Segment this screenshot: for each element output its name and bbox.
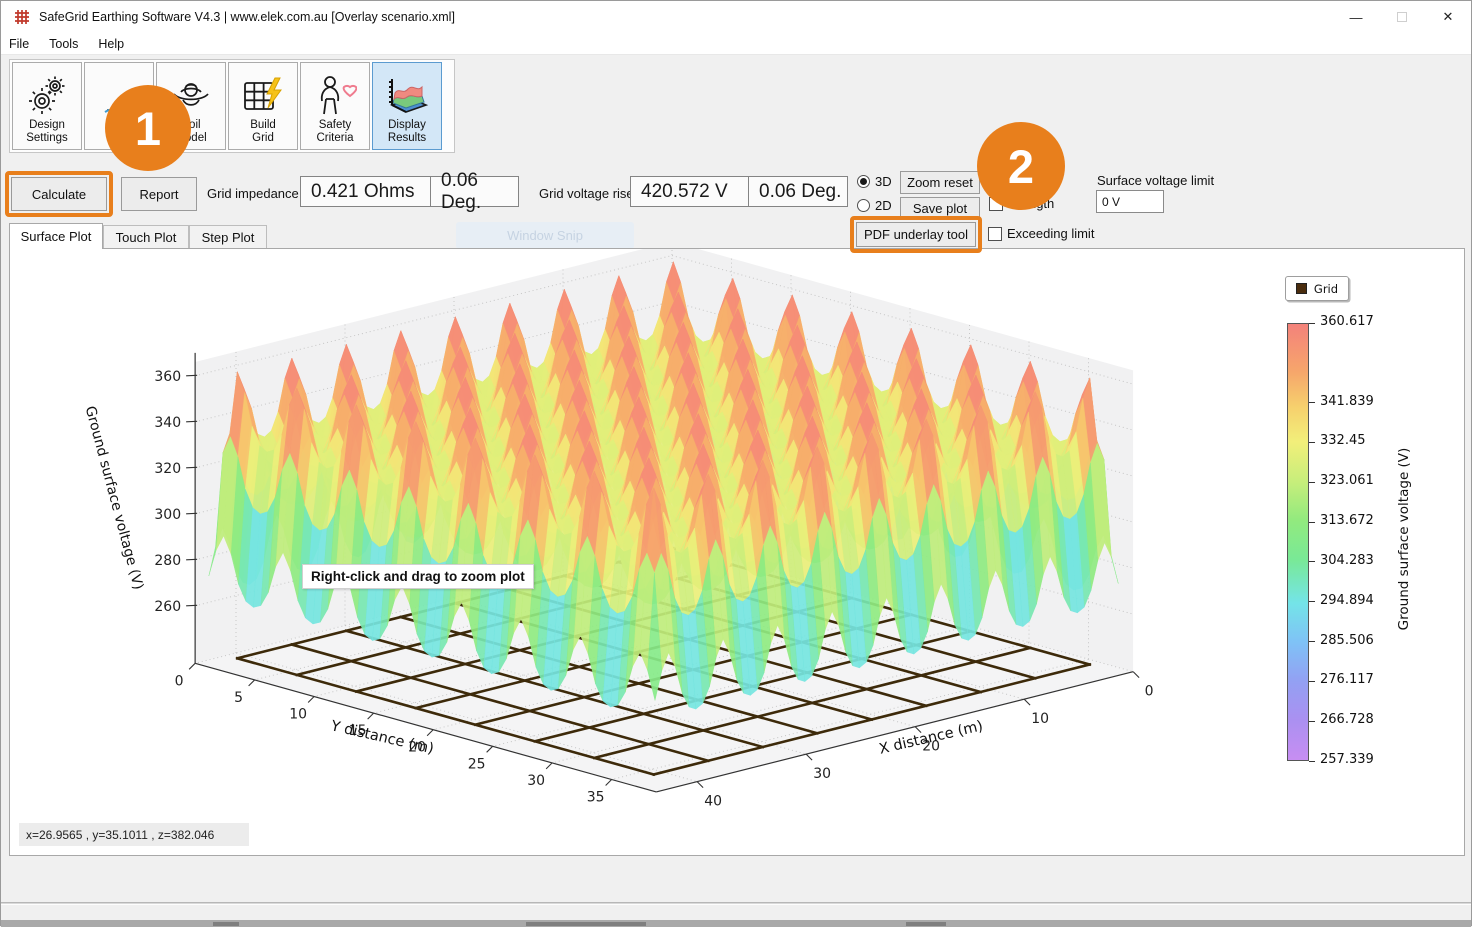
plot-panel: 2602803003203403600102030400510152025303… (9, 248, 1465, 856)
report-button[interactable]: Report (121, 177, 197, 211)
z-tick-label: 360 (154, 369, 181, 385)
x-tick-label: 0 (1145, 684, 1154, 700)
design-settings-button[interactable]: Design Settings (12, 62, 82, 150)
callout-badge-1: 1 (105, 85, 191, 171)
colorbar-tick-label: 341.839 (1320, 394, 1374, 409)
y-tick-label: 25 (468, 756, 486, 772)
app-grid-icon (14, 9, 30, 25)
close-button[interactable]: ✕ (1425, 1, 1471, 33)
menu-file[interactable]: File (1, 37, 39, 51)
x-tick-label: 40 (704, 794, 722, 810)
z-tick-label: 280 (154, 553, 181, 569)
radio-2d[interactable]: 2D (857, 198, 892, 213)
colorbar-tick-label: 323.061 (1320, 473, 1374, 488)
y-tick-label: 30 (527, 773, 545, 789)
gears-icon (28, 73, 66, 119)
colorbar-tick-label: 294.894 (1320, 593, 1374, 608)
grid-impedance-value: 0.421 Ohms (300, 176, 431, 207)
colorbar-tick-label: 266.728 (1320, 712, 1374, 727)
colorbar-tick-label: 285.506 (1320, 633, 1374, 648)
taskbar-edge-mark (526, 922, 646, 926)
title-bar: SafeGrid Earthing Software V4.3 | www.el… (1, 1, 1471, 33)
grid-voltage-rise-label: Grid voltage rise (539, 186, 634, 201)
z-tick-label: 320 (154, 461, 181, 477)
radio-3d-circle[interactable] (857, 175, 870, 188)
colorbar-tick-label: 257.339 (1320, 752, 1374, 767)
grid-impedance-label: Grid impedance (207, 186, 299, 201)
menu-help[interactable]: Help (88, 37, 134, 51)
grid-impedance-angle: 0.06 Deg. (430, 176, 519, 207)
radio-2d-circle[interactable] (857, 199, 870, 212)
surface-plot-3d[interactable]: 2602803003203403600102030400510152025303… (10, 249, 1464, 855)
window-snip-ghost: Window Snip (456, 222, 634, 249)
maximize-button[interactable] (1379, 1, 1425, 33)
z-tick-label: 340 (154, 415, 181, 431)
toolbar: Design Settings (9, 59, 455, 153)
y-tick-label: 5 (234, 690, 243, 706)
calculate-highlight-ring (5, 171, 113, 217)
z-axis-title: Ground surface voltage (V) (82, 404, 146, 591)
zoom-reset-button[interactable]: Zoom reset (900, 171, 980, 194)
app-window: SafeGrid Earthing Software V4.3 | www.el… (0, 0, 1472, 926)
surface-chart-icon (384, 73, 430, 119)
y-tick-label: 0 (175, 673, 184, 689)
y-tick-label: 10 (289, 707, 307, 723)
z-tick-label: 300 (154, 507, 181, 523)
grid-legend[interactable]: Grid (1285, 276, 1349, 301)
radio-3d[interactable]: 3D (857, 174, 892, 189)
exceeding-limit-checkbox-row[interactable]: Exceeding limit (988, 226, 1094, 241)
safety-criteria-button[interactable]: Safety Criteria (300, 62, 370, 150)
cursor-coordinates-readout: x=26.9565 , y=35.1011 , z=382.046 (19, 823, 249, 846)
grid-voltage-rise-angle: 0.06 Deg. (748, 176, 848, 207)
grid-voltage-rise-value: 420.572 V (630, 176, 749, 207)
taskbar-edge-mark (213, 922, 239, 926)
tab-surface-plot[interactable]: Surface Plot (9, 223, 103, 249)
x-tick-label: 30 (813, 766, 831, 782)
person-heart-icon (313, 73, 357, 119)
minimize-button[interactable]: — (1333, 1, 1379, 33)
display-results-button[interactable]: Display Results (372, 62, 442, 150)
colorbar-tick-label: 304.283 (1320, 553, 1374, 568)
colorbar-tick-label: 313.672 (1320, 513, 1374, 528)
build-grid-button[interactable]: Build Grid (228, 62, 298, 150)
bottom-divider (1, 902, 1471, 905)
colorbar-tick-label: 360.617 (1320, 314, 1374, 329)
colorbar-tick-label: 332.45 (1320, 433, 1366, 448)
maximize-icon (1397, 12, 1407, 22)
surface-voltage-limit-input[interactable]: 0 V (1096, 190, 1164, 213)
pdf-underlay-highlight-ring (850, 216, 982, 253)
zoom-tooltip: Right-click and drag to zoom plot (302, 564, 534, 589)
grid-legend-swatch (1296, 283, 1307, 294)
colorbar-tick-label: 276.117 (1320, 672, 1374, 687)
menu-tools[interactable]: Tools (39, 37, 88, 51)
surface-voltage-limit-label: Surface voltage limit (1097, 173, 1214, 188)
tab-touch-plot[interactable]: Touch Plot (103, 225, 189, 249)
y-tick-label: 35 (587, 790, 605, 806)
tab-step-plot[interactable]: Step Plot (189, 225, 267, 249)
callout-badge-2: 2 (977, 122, 1065, 210)
exceeding-limit-checkbox[interactable] (988, 227, 1002, 241)
grid-lightning-icon (241, 73, 285, 119)
z-tick-label: 260 (154, 599, 181, 615)
x-tick-label: 10 (1031, 711, 1049, 727)
colorbar (1287, 323, 1309, 761)
taskbar-edge-mark (906, 922, 946, 926)
menu-bar: File Tools Help (1, 33, 1471, 55)
window-title: SafeGrid Earthing Software V4.3 | www.el… (39, 10, 455, 24)
